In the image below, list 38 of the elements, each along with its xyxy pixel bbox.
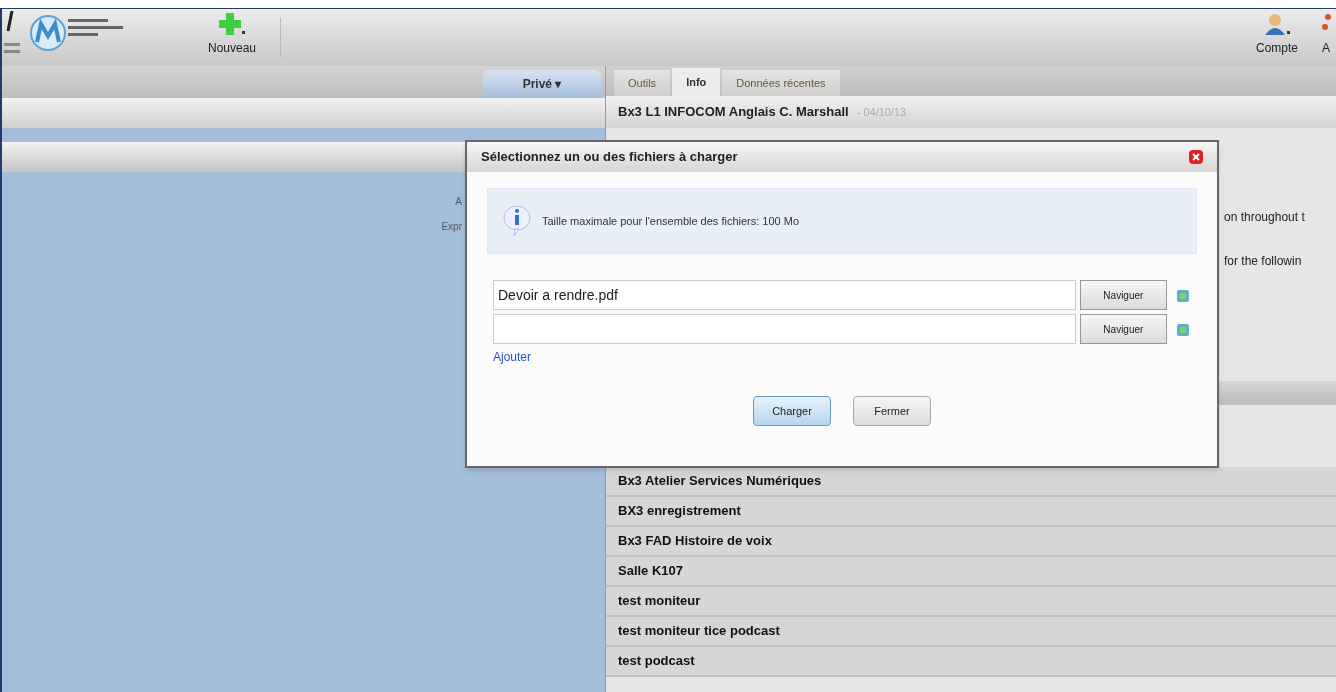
- tab[interactable]: Info: [672, 68, 721, 96]
- course-row[interactable]: Bx3 Atelier Services Numériques: [606, 467, 1336, 497]
- tab[interactable]: Données récentes: [722, 70, 840, 96]
- course-row[interactable]: Bx3 FAD Histoire de voix: [606, 527, 1336, 557]
- course-row[interactable]: test moniteur tice podcast: [606, 617, 1336, 647]
- partial-logo-icon: [4, 11, 20, 53]
- course-row[interactable]: test podcast: [606, 647, 1336, 677]
- file-field[interactable]: Devoir a rendre.pdf: [493, 280, 1076, 310]
- dialog-button[interactable]: Charger: [753, 396, 831, 426]
- user-icon: [1264, 13, 1290, 35]
- course-title: Bx3 L1 INFOCOM Anglais C. Marshall: [618, 103, 849, 122]
- remove-file-icon: [1175, 287, 1191, 303]
- partial-label: A: [455, 195, 462, 209]
- course-row[interactable]: Salle K107: [606, 557, 1336, 587]
- partial-label: Expr: [441, 220, 462, 234]
- tab[interactable]: Outils: [614, 70, 671, 96]
- info-icon: [502, 204, 532, 238]
- add-link[interactable]: Ajouter: [493, 348, 1191, 366]
- info-text: Taille maximale pour l'ensemble des fichiers: 100 Mo: [542, 213, 800, 229]
- new-button[interactable]: Nouveau: [208, 9, 257, 57]
- plus-icon: [219, 13, 245, 35]
- remove-file-icon: [1175, 321, 1191, 337]
- account-button[interactable]: Compte: [1255, 9, 1298, 57]
- close-button[interactable]: [1189, 150, 1203, 164]
- university-logo-icon: [28, 13, 68, 53]
- close-icon: [1192, 153, 1200, 161]
- browse-button[interactable]: Naviguer: [1079, 314, 1168, 344]
- course-row[interactable]: BX3 enregistrement: [606, 497, 1336, 527]
- file-field[interactable]: [493, 314, 1076, 344]
- description-text: on throughout t: [1224, 209, 1306, 226]
- dialog-button[interactable]: Fermer: [853, 396, 931, 426]
- description-text: for the followin: [1224, 253, 1303, 270]
- private-menu-tab[interactable]: Privé ▾: [483, 70, 601, 98]
- course-row[interactable]: test moniteur: [606, 587, 1336, 617]
- course-date: - 04/10/13: [856, 104, 907, 120]
- dialog-title: Sélectionnez un ou des fichiers à charger: [481, 148, 738, 167]
- network-button[interactable]: A: [1322, 9, 1336, 57]
- browse-button[interactable]: Naviguer: [1079, 280, 1168, 310]
